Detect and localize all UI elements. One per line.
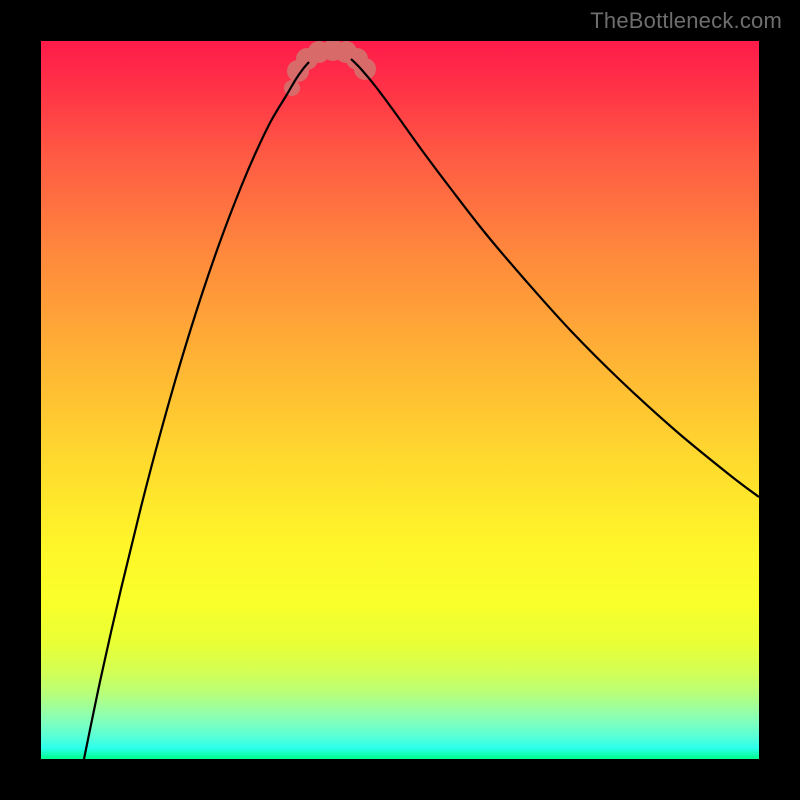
bottleneck-curve-left xyxy=(84,62,309,759)
trough-dot xyxy=(354,58,376,80)
curve-layer xyxy=(41,41,759,759)
bottleneck-curve-right xyxy=(351,59,759,497)
chart-frame: TheBottleneck.com xyxy=(0,0,800,800)
trough-marker xyxy=(284,41,376,96)
watermark-text: TheBottleneck.com xyxy=(590,8,782,34)
plot-area xyxy=(41,41,759,759)
